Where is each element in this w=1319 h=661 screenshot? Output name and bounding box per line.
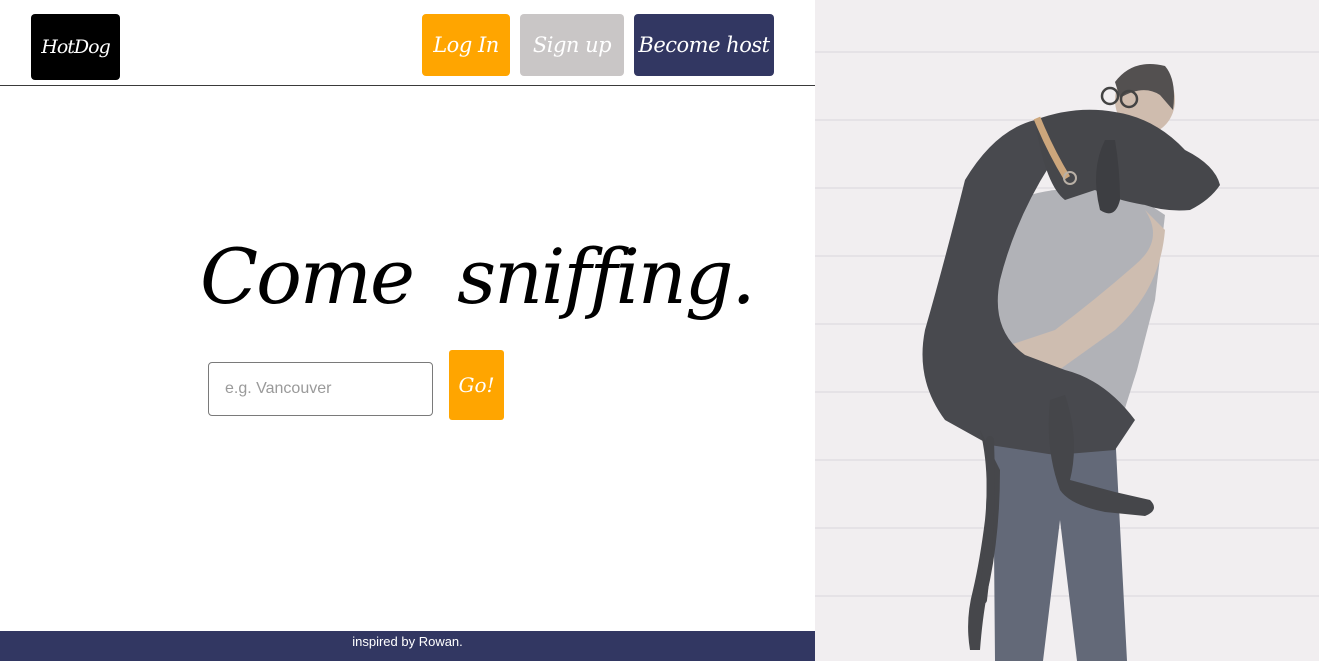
go-button[interactable]: Go! — [449, 350, 504, 420]
top-bar: HotDog Log In Sign up Become host — [0, 0, 815, 86]
footer: inspired by Rowan. — [0, 631, 815, 661]
login-button[interactable]: Log In — [422, 14, 510, 76]
landing-page: HotDog Log In Sign up Become host Come s… — [0, 0, 1319, 661]
logo[interactable]: HotDog — [31, 14, 120, 80]
hero-image — [815, 0, 1319, 661]
page-headline: Come sniffing. — [200, 232, 756, 321]
footer-text: inspired by Rowan. — [352, 634, 463, 649]
become-host-button[interactable]: Become host — [634, 14, 774, 76]
left-panel: HotDog Log In Sign up Become host Come s… — [0, 0, 815, 661]
man-carrying-dog-photo-icon — [815, 0, 1319, 661]
location-search-input[interactable] — [208, 362, 433, 416]
signup-button[interactable]: Sign up — [520, 14, 624, 76]
